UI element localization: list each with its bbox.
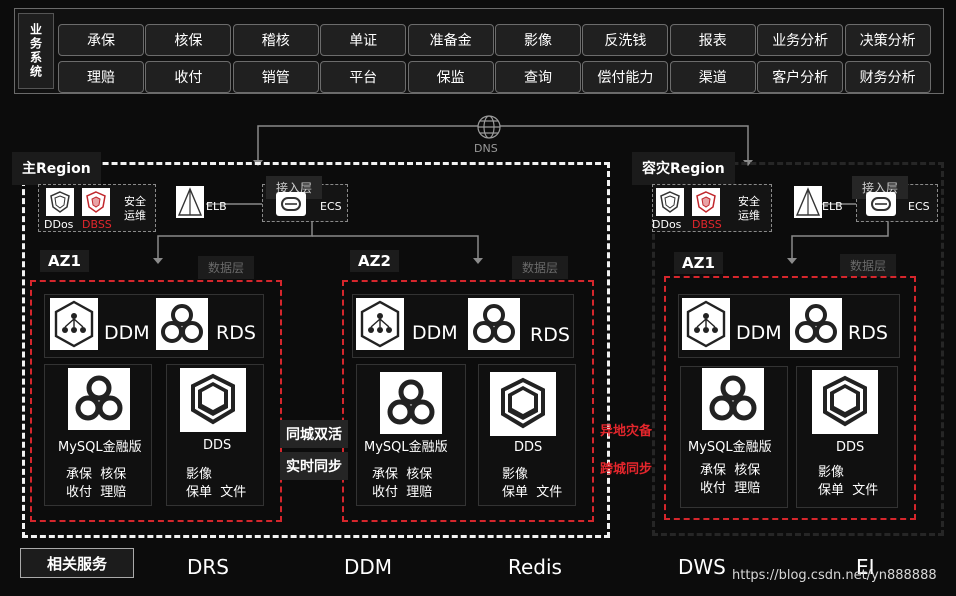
security-ops-label: 安全 运维: [124, 195, 146, 222]
rds-cluster-icon: [468, 298, 520, 350]
dbss-shield-icon: [692, 188, 720, 220]
mysql-cluster-icon: [380, 372, 442, 434]
rds-cluster-icon: [790, 298, 842, 350]
main-region-title: 主Region: [12, 152, 101, 185]
dr-az1-label: AZ1: [674, 252, 723, 274]
dds-layers-icon: [490, 372, 556, 436]
dbss-label: DBSS: [692, 218, 722, 231]
ddm-hexagon-icon: [50, 298, 98, 350]
dds-label: DDS: [514, 440, 543, 455]
mysql-label: MySQL金融版: [58, 440, 142, 455]
mysql-apps: 承保 核保 收付 理赔: [372, 467, 433, 500]
ddos-label: DDos: [652, 218, 682, 231]
elb-label: ELB: [822, 200, 843, 213]
cross-city-sync-label: 跨城同步: [600, 462, 653, 477]
dds-layers-icon: [180, 368, 246, 432]
source-watermark: https://blog.csdn.net/yn888888: [732, 568, 937, 583]
dbss-label: DBSS: [82, 218, 112, 231]
dns-label: DNS: [474, 142, 498, 155]
ddos-label: DDos: [44, 218, 74, 231]
rds-label: RDS: [848, 322, 888, 344]
service-drs: DRS: [187, 555, 229, 579]
main-az2-label: AZ2: [350, 250, 399, 272]
ddm-hexagon-icon: [682, 298, 730, 350]
security-ops-label: 安全 运维: [738, 195, 760, 222]
rds-cluster-icon: [156, 298, 208, 350]
dds-label: DDS: [203, 438, 232, 453]
elb-icon: [176, 186, 204, 222]
dds-apps: 影像 保单 文件: [502, 467, 563, 500]
data-layer-label: 数据层: [840, 254, 897, 277]
dds-label: DDS: [836, 440, 865, 455]
ecs-icon: [276, 192, 306, 220]
rds-label: RDS: [530, 324, 570, 346]
realtime-sync-label: 实时同步: [280, 452, 348, 480]
mysql-label: MySQL金融版: [688, 440, 772, 455]
elb-label: ELB: [206, 200, 227, 213]
dds-apps: 影像 保单 文件: [186, 467, 247, 500]
dr-region-title: 容灾Region: [632, 152, 735, 185]
data-layer-label-az1: 数据层: [198, 256, 255, 279]
ddm-label: DDM: [412, 322, 458, 344]
mysql-apps: 承保 核保 收付 理赔: [66, 467, 127, 500]
ddm-hexagon-icon: [356, 298, 404, 350]
dds-layers-icon: [812, 370, 878, 434]
main-az1-label: AZ1: [40, 250, 89, 272]
globe-icon: [477, 115, 501, 139]
dds-apps: 影像 保单 文件: [818, 465, 879, 498]
ecs-label: ECS: [320, 200, 342, 213]
ddos-shield-icon: [656, 188, 684, 220]
ddos-shield-icon: [46, 188, 74, 220]
ddm-label: DDM: [736, 322, 782, 344]
ecs-icon: [866, 192, 896, 220]
mysql-label: MySQL金融版: [364, 440, 448, 455]
service-redis: Redis: [508, 555, 562, 579]
service-dws: DWS: [678, 555, 726, 579]
mysql-apps: 承保 核保 收付 理赔: [700, 463, 761, 496]
same-city-active-active-label: 同城双活: [280, 420, 348, 448]
dbss-shield-icon: [82, 188, 110, 220]
mysql-cluster-icon: [702, 368, 764, 430]
elb-icon: [794, 186, 822, 222]
data-layer-label-az2: 数据层: [512, 256, 569, 279]
related-services-label: 相关服务: [20, 548, 134, 578]
rds-label: RDS: [216, 322, 256, 344]
ecs-label: ECS: [908, 200, 930, 213]
service-ddm: DDM: [344, 555, 393, 579]
mysql-cluster-icon: [68, 368, 130, 430]
remote-dr-label: 异地灾备: [600, 424, 653, 439]
ddm-label: DDM: [104, 322, 150, 344]
